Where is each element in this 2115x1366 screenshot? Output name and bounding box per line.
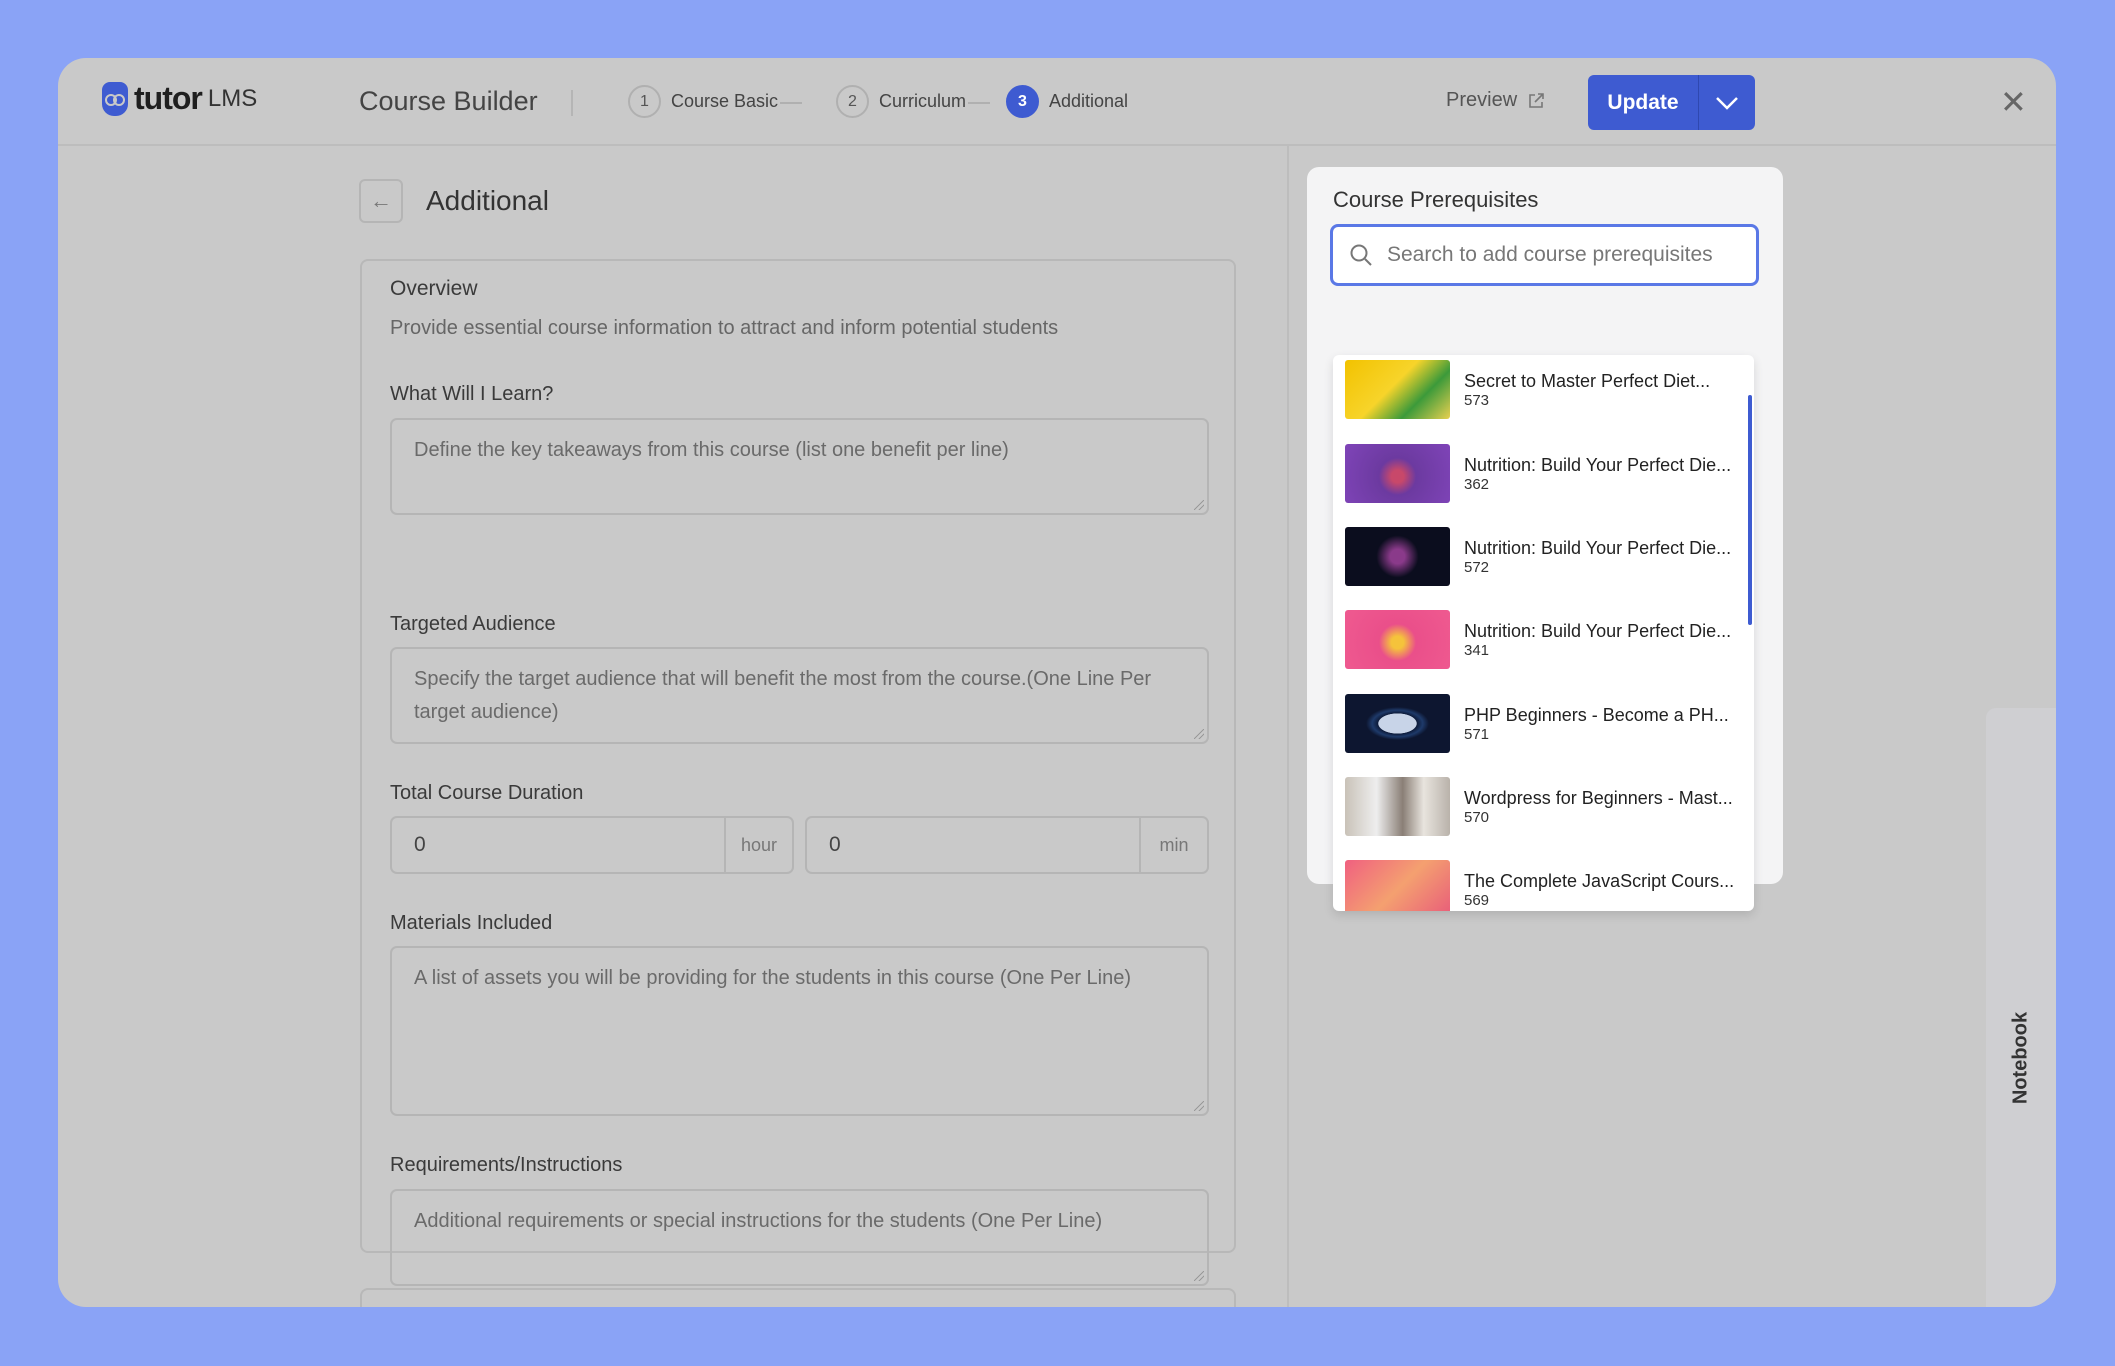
course-title: Nutrition: Build Your Perfect Die... [1464, 454, 1732, 475]
audience-label: Targeted Audience [390, 613, 556, 635]
course-thumbnail [1345, 526, 1450, 586]
minutes-value: 0 [829, 833, 841, 856]
hours-unit: hour [724, 818, 792, 872]
requirements-label: Requirements/Instructions [390, 1154, 623, 1176]
step-connector [968, 102, 990, 104]
logo-text: tutor [134, 80, 203, 116]
logo-suffix: LMS [207, 84, 258, 112]
step-additional[interactable]: 3 Additional [1006, 85, 1128, 118]
prerequisites-panel: Course Prerequisites Search to add cours… [1307, 167, 1783, 911]
hours-value: 0 [414, 833, 426, 856]
learn-label: What Will I Learn? [390, 383, 554, 405]
course-option[interactable]: The Complete JavaScript Cours... 569 [1345, 859, 1734, 911]
course-thumbnail [1345, 776, 1450, 836]
course-thumbnail [1345, 359, 1450, 419]
step-curriculum[interactable]: 2 Curriculum [836, 85, 966, 118]
minutes-unit: min [1139, 818, 1207, 872]
overview-description: Provide essential course information to … [390, 317, 1059, 339]
course-option[interactable]: Nutrition: Build Your Perfect Die... 572 [1345, 526, 1731, 586]
prerequisites-title: Course Prerequisites [1333, 187, 1539, 212]
step-connector [780, 102, 802, 104]
course-title: Secret to Master Perfect Diet... [1464, 370, 1711, 391]
next-card [360, 1288, 1236, 1307]
course-thumbnail [1345, 693, 1450, 753]
step-label: Additional [1049, 91, 1129, 111]
step-number: 2 [836, 85, 869, 118]
materials-textarea[interactable]: A list of assets you will be providing f… [390, 946, 1209, 1116]
minutes-input[interactable]: 0 min [805, 816, 1209, 874]
course-title: Wordpress for Beginners - Mast... [1464, 787, 1733, 808]
course-option[interactable]: Nutrition: Build Your Perfect Die... 341 [1345, 609, 1731, 669]
chevron-down-icon [1716, 96, 1738, 110]
search-placeholder: Search to add course prerequisites [1387, 243, 1713, 266]
close-icon[interactable]: ✕ [2000, 86, 2027, 118]
notebook-label: Notebook [2009, 1011, 2032, 1105]
course-id: 573 [1464, 391, 1490, 409]
materials-label: Materials Included [390, 912, 553, 934]
course-option[interactable]: Nutrition: Build Your Perfect Die... 362 [1345, 443, 1731, 503]
course-option[interactable]: Wordpress for Beginners - Mast... 570 [1345, 776, 1733, 836]
course-builder-window: tutor LMS Course Builder 1 Course Basic 2… [58, 58, 2056, 1307]
course-id: 570 [1464, 808, 1490, 826]
step-number: 1 [628, 85, 661, 118]
panel-divider [1287, 146, 1289, 1307]
dropdown-scrollbar[interactable] [1748, 395, 1752, 625]
page-title: Additional [426, 185, 549, 216]
update-dropdown-button[interactable] [1699, 75, 1755, 130]
back-button[interactable]: ← [359, 179, 403, 223]
notebook-tab[interactable]: Notebook [1986, 708, 2056, 1307]
header: tutor LMS Course Builder 1 Course Basic 2… [58, 58, 2056, 146]
course-id: 571 [1464, 725, 1490, 743]
step-number: 3 [1006, 85, 1039, 118]
learn-textarea[interactable]: Define the key takeaways from this cours… [390, 418, 1209, 515]
hours-input[interactable]: 0 hour [390, 816, 794, 874]
prerequisites-dropdown: Secret to Master Perfect Diet... 573 Nutr… [1333, 355, 1754, 911]
step-label: Course Basic [671, 91, 779, 111]
preview-button[interactable]: Preview [1446, 89, 1545, 112]
requirements-textarea[interactable]: Additional requirements or special instr… [390, 1189, 1209, 1286]
update-button[interactable]: Update [1588, 75, 1699, 130]
search-icon [1350, 244, 1372, 266]
builder-title: Course Builder [359, 86, 538, 116]
course-option[interactable]: Secret to Master Perfect Diet... 573 [1345, 359, 1710, 419]
divider [571, 90, 573, 116]
course-title: Nutrition: Build Your Perfect Die... [1464, 620, 1732, 641]
course-option[interactable]: PHP Beginners - Become a PH... 571 [1345, 693, 1729, 753]
external-link-icon [1529, 92, 1544, 108]
duration-label: Total Course Duration [390, 782, 584, 804]
course-thumbnail [1345, 443, 1450, 503]
prerequisites-search-input[interactable]: Search to add course prerequisites [1330, 224, 1759, 286]
course-title: PHP Beginners - Become a PH... [1464, 704, 1729, 725]
course-id: 572 [1464, 558, 1490, 576]
owl-logo-icon [102, 81, 128, 116]
overview-card: Overview Provide essential course inform… [360, 259, 1236, 1286]
course-id: 341 [1464, 641, 1490, 659]
preview-label: Preview [1446, 89, 1518, 111]
update-button-group: Update [1588, 75, 1755, 130]
course-id: 569 [1464, 891, 1490, 909]
audience-textarea[interactable]: Specify the target audience that will be… [390, 647, 1209, 744]
course-thumbnail [1345, 609, 1450, 669]
course-title: The Complete JavaScript Cours... [1464, 870, 1735, 891]
course-title: Nutrition: Build Your Perfect Die... [1464, 537, 1732, 558]
step-label: Curriculum [879, 91, 967, 111]
step-course-basic[interactable]: 1 Course Basic [628, 85, 778, 118]
overview-title: Overview [390, 277, 478, 300]
course-id: 362 [1464, 475, 1490, 493]
course-thumbnail [1345, 859, 1450, 911]
arrow-left-icon: ← [370, 188, 392, 213]
logo: tutor LMS [102, 80, 257, 117]
